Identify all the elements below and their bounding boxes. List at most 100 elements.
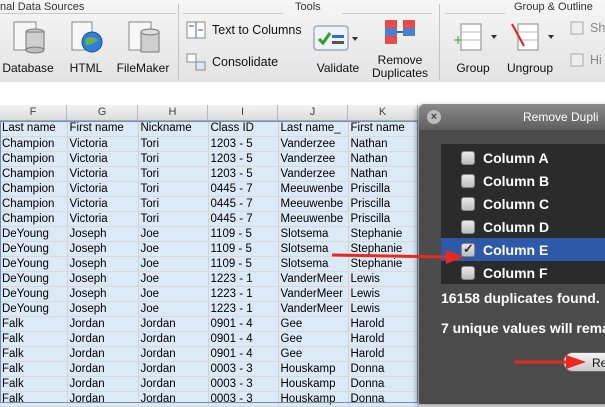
cell[interactable]: Tori bbox=[138, 151, 209, 167]
cell[interactable]: Falk bbox=[0, 316, 68, 332]
cell[interactable]: Victoria bbox=[67, 151, 139, 167]
checkbox-icon[interactable] bbox=[461, 265, 475, 280]
cell[interactable]: Joseph bbox=[67, 226, 139, 242]
cell[interactable]: DeYoung bbox=[0, 271, 68, 287]
cell[interactable]: Victoria bbox=[67, 211, 139, 227]
cell[interactable]: 0901 - 4 bbox=[208, 316, 279, 332]
column-header-f[interactable]: F bbox=[0, 105, 67, 120]
cell[interactable]: Nathan bbox=[348, 136, 419, 152]
checkbox-icon[interactable] bbox=[461, 196, 475, 211]
cell[interactable]: DeYoung bbox=[0, 286, 68, 302]
cell[interactable]: 1223 - 1 bbox=[208, 286, 279, 302]
cell[interactable]: Jordan bbox=[67, 346, 139, 362]
cell[interactable]: First name bbox=[348, 121, 419, 137]
checkbox-icon[interactable] bbox=[461, 173, 475, 188]
checkbox-icon[interactable] bbox=[461, 150, 475, 165]
cell[interactable]: Champion bbox=[0, 151, 68, 167]
cell[interactable]: VanderMeer bbox=[278, 301, 349, 317]
cell[interactable]: 1203 - 5 bbox=[208, 166, 279, 182]
cell[interactable]: Last name_ bbox=[278, 121, 349, 137]
cell[interactable]: Joe bbox=[138, 301, 209, 317]
column-header-i[interactable]: I bbox=[208, 105, 278, 120]
cell[interactable]: Joe bbox=[138, 271, 209, 287]
cell[interactable]: Tori bbox=[138, 196, 209, 212]
filemaker-button[interactable]: FileMaker bbox=[113, 16, 173, 78]
cell[interactable]: Meeuwenbe bbox=[278, 211, 349, 227]
cell[interactable]: Champion bbox=[0, 166, 68, 182]
cell[interactable]: Jordan bbox=[67, 331, 139, 347]
column-header-j[interactable]: J bbox=[278, 105, 348, 120]
cell[interactable]: Victoria bbox=[67, 136, 139, 152]
cell[interactable]: Nathan bbox=[348, 166, 419, 182]
cell[interactable]: Tori bbox=[138, 136, 209, 152]
cell[interactable]: Jordan bbox=[138, 376, 209, 392]
cell[interactable]: 1203 - 5 bbox=[208, 151, 279, 167]
cell[interactable]: DeYoung bbox=[0, 256, 68, 272]
database-button[interactable]: Database bbox=[0, 16, 56, 78]
cell[interactable]: Meeuwenbe bbox=[278, 181, 349, 197]
cell[interactable]: 1109 - 5 bbox=[208, 241, 279, 257]
cell[interactable]: 0003 - 3 bbox=[208, 376, 279, 392]
cell[interactable]: Gee bbox=[278, 316, 349, 332]
column-checkbox-item[interactable]: Column B bbox=[461, 169, 605, 192]
cell[interactable]: Vanderzee bbox=[278, 151, 349, 167]
cell[interactable]: Jordan bbox=[138, 316, 209, 332]
column-checkbox-item[interactable]: Column A bbox=[461, 146, 605, 169]
cell[interactable]: Tori bbox=[138, 166, 209, 182]
cell[interactable]: DeYoung bbox=[0, 226, 68, 242]
cell[interactable]: Joseph bbox=[67, 271, 139, 287]
cell[interactable]: Harold bbox=[348, 331, 419, 347]
cell[interactable]: 0901 - 4 bbox=[208, 331, 279, 347]
cell[interactable]: 0901 - 4 bbox=[208, 346, 279, 362]
cell[interactable]: Champion bbox=[0, 136, 68, 152]
cell[interactable]: Jordan bbox=[138, 361, 209, 377]
cell[interactable]: 1109 - 5 bbox=[208, 256, 279, 272]
column-checkbox-item[interactable]: Column C bbox=[461, 192, 605, 215]
cell[interactable]: First name bbox=[67, 121, 139, 137]
hide-detail-button[interactable]: Hi bbox=[570, 52, 602, 68]
cell[interactable]: Jordan bbox=[67, 391, 139, 407]
cell[interactable]: Tori bbox=[138, 181, 209, 197]
cell[interactable]: 0445 - 7 bbox=[208, 181, 279, 197]
cell[interactable]: Lewis bbox=[348, 286, 419, 302]
cell[interactable]: Donna bbox=[348, 361, 419, 377]
cell[interactable]: Jordan bbox=[67, 316, 139, 332]
cell[interactable]: VanderMeer bbox=[278, 286, 349, 302]
cell[interactable]: Houskamp bbox=[278, 376, 349, 392]
cell[interactable]: Champion bbox=[0, 181, 68, 197]
cell[interactable]: Vanderzee bbox=[278, 166, 349, 182]
cell[interactable]: Joseph bbox=[67, 286, 139, 302]
cell[interactable]: Lewis bbox=[348, 271, 419, 287]
column-header-k[interactable]: K bbox=[348, 105, 418, 120]
cell[interactable]: Falk bbox=[0, 346, 68, 362]
column-checkbox-item[interactable]: Column F bbox=[461, 261, 605, 284]
cell[interactable]: Meeuwenbe bbox=[278, 196, 349, 212]
cell[interactable]: Harold bbox=[348, 316, 419, 332]
cell[interactable]: Nickname bbox=[138, 121, 209, 137]
cell[interactable]: Falk bbox=[0, 331, 68, 347]
cell[interactable]: Joe bbox=[138, 256, 209, 272]
cell[interactable]: 0445 - 7 bbox=[208, 211, 279, 227]
show-detail-button[interactable]: Sh bbox=[570, 20, 605, 36]
cell[interactable]: Nathan bbox=[348, 151, 419, 167]
cell[interactable]: Donna bbox=[348, 376, 419, 392]
cell[interactable]: Priscilla bbox=[348, 211, 419, 227]
cell[interactable]: Stephanie bbox=[348, 226, 419, 242]
cell[interactable]: DeYoung bbox=[0, 241, 68, 257]
cell[interactable]: Falk bbox=[0, 376, 68, 392]
cell[interactable]: Joseph bbox=[67, 256, 139, 272]
column-header-h[interactable]: H bbox=[138, 105, 208, 120]
cell[interactable]: Jordan bbox=[138, 346, 209, 362]
column-header-g[interactable]: G bbox=[67, 105, 138, 120]
cell[interactable]: Jordan bbox=[67, 376, 139, 392]
cell[interactable]: Joseph bbox=[67, 301, 139, 317]
cell[interactable]: Lewis bbox=[348, 301, 419, 317]
cell[interactable]: Houskamp bbox=[278, 391, 349, 407]
checkbox-icon[interactable] bbox=[461, 219, 475, 234]
cell[interactable]: Gee bbox=[278, 346, 349, 362]
text-to-columns-button[interactable]: Text to Columns bbox=[186, 20, 302, 40]
column-checkbox-item[interactable]: Column D bbox=[461, 215, 605, 238]
cell[interactable]: Joe bbox=[138, 241, 209, 257]
cell[interactable]: Joseph bbox=[67, 241, 139, 257]
cell[interactable]: Falk bbox=[0, 391, 68, 407]
